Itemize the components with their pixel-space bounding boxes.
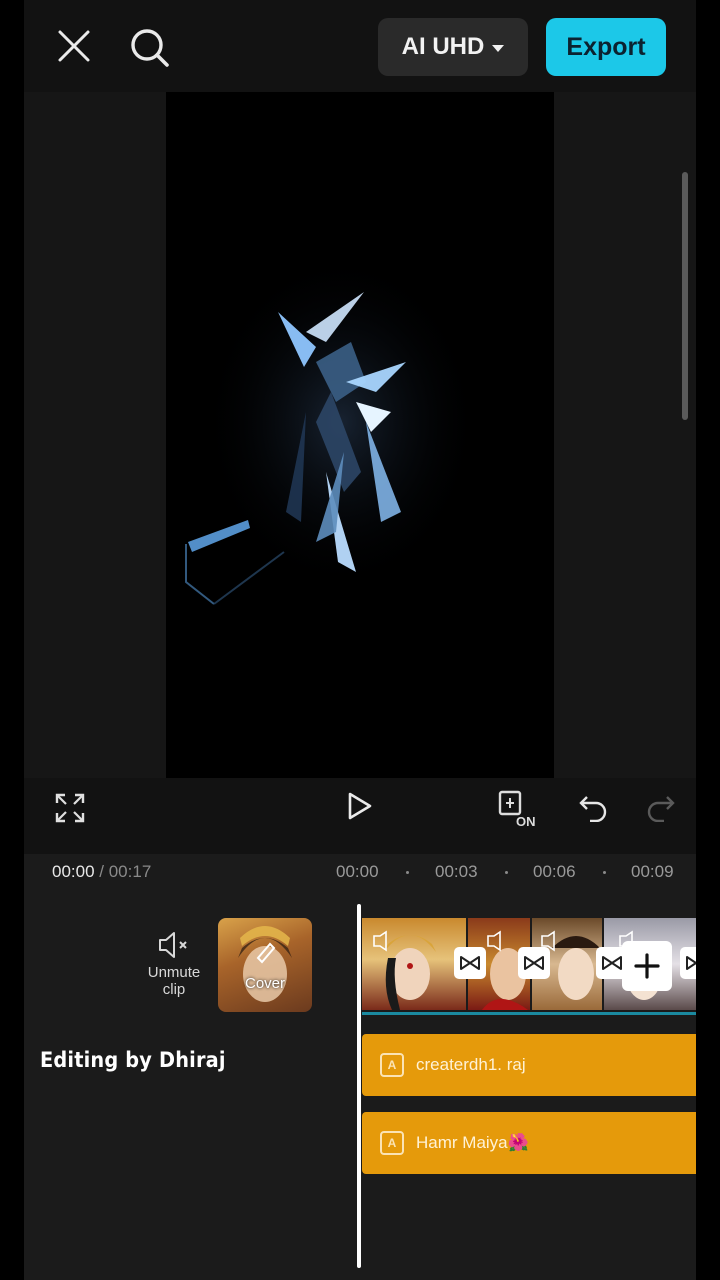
transition-icon[interactable]	[454, 947, 486, 979]
watermark-text: Editing by Dhiraj	[40, 1048, 226, 1072]
cover-label: Cover	[244, 975, 285, 992]
fullscreen-icon[interactable]	[52, 790, 88, 826]
add-clip-button[interactable]	[622, 941, 672, 991]
preview-area	[24, 92, 696, 778]
preview-scrollbar[interactable]	[682, 172, 688, 420]
unmute-clip-button[interactable]: Unmute clip	[142, 930, 206, 998]
total-time: / 00:17	[99, 862, 152, 881]
top-bar: AI UHD Export	[24, 0, 696, 92]
ruler-tick-label: 00:03	[435, 862, 478, 881]
text-clip-icon: A	[380, 1131, 404, 1155]
export-button[interactable]: Export	[546, 18, 666, 76]
ruler-tick-label: 00:06	[533, 862, 576, 881]
video-clip[interactable]	[362, 918, 466, 1010]
time-readout: 00:00 / 00:17	[52, 862, 151, 882]
playhead[interactable]	[357, 904, 361, 1268]
play-icon[interactable]	[344, 790, 376, 822]
ruler-dot	[505, 871, 508, 874]
text-track[interactable]: A createrdh1. raj	[362, 1034, 696, 1096]
current-time: 00:00	[52, 862, 95, 881]
audio-waveform-line	[362, 1012, 696, 1015]
ruler-dot	[603, 871, 606, 874]
chevron-down-icon	[492, 44, 505, 52]
plus-icon	[634, 953, 660, 979]
ruler-tick-label: 00:09	[631, 862, 674, 881]
search-icon[interactable]	[128, 26, 172, 70]
text-clip-icon: A	[380, 1053, 404, 1077]
ruler-tick-label: 00:00	[336, 862, 379, 881]
transition-icon[interactable]	[680, 947, 696, 979]
video-preview[interactable]	[166, 92, 554, 778]
preview-frame	[185, 252, 481, 605]
redo-icon[interactable]	[644, 790, 678, 824]
cover-thumbnail	[238, 926, 292, 1002]
editor-app: AI UHD Export ON 00:00 / 00:17 00:00 00:…	[24, 0, 696, 1280]
keyframe-toggle-icon[interactable]: ON	[496, 786, 540, 830]
playback-controls: ON	[24, 778, 696, 854]
text-track-label: Hamr Maiya🌺	[416, 1133, 529, 1152]
unmute-label-line1: Unmute	[147, 964, 201, 981]
quality-dropdown[interactable]: AI UHD	[378, 18, 528, 76]
keyframe-on-label: ON	[516, 814, 536, 829]
close-icon[interactable]	[54, 26, 94, 66]
transition-icon[interactable]	[518, 947, 550, 979]
speaker-muted-icon	[159, 932, 187, 958]
unmute-label-line2: clip	[162, 981, 186, 998]
undo-icon[interactable]	[576, 790, 610, 824]
ruler-dot	[406, 871, 409, 874]
cover-button[interactable]: Cover	[218, 918, 312, 1012]
text-track[interactable]: A Hamr Maiya🌺	[362, 1112, 696, 1174]
text-track-label: createrdh1. raj	[416, 1055, 526, 1074]
quality-label: AI UHD	[401, 33, 485, 60]
